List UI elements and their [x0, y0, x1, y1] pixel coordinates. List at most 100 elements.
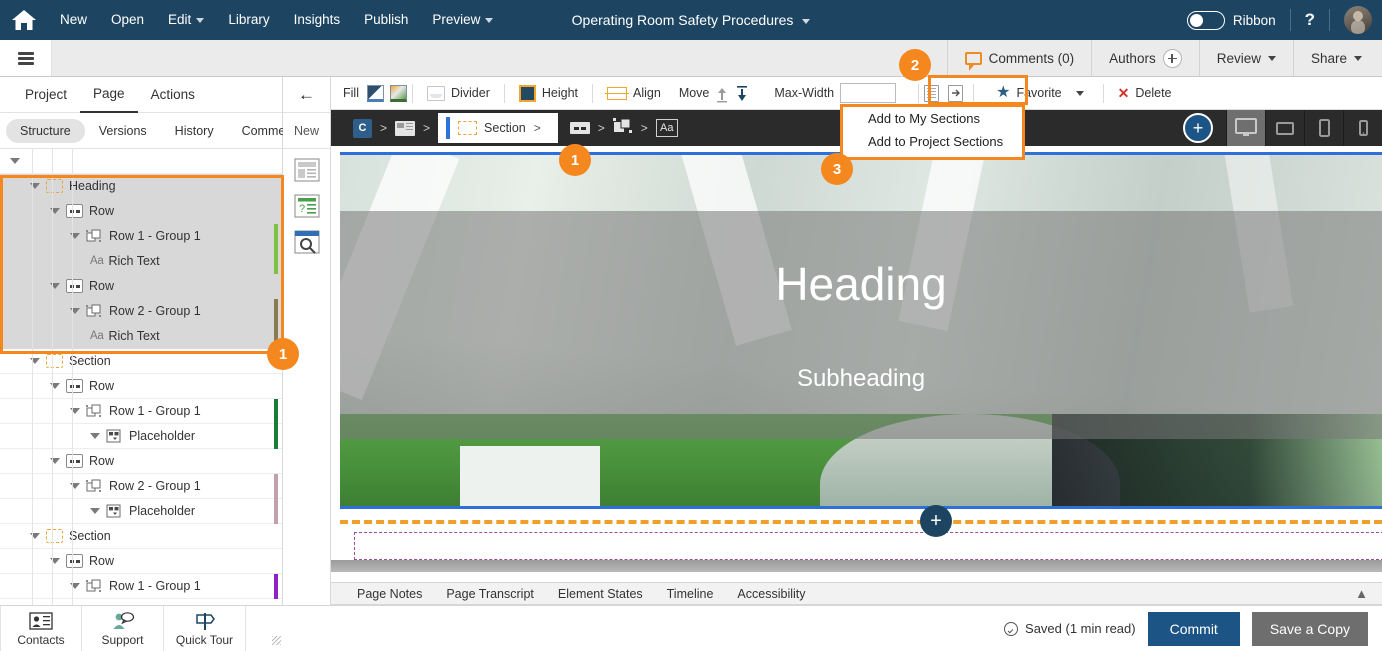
fill-image-swatch[interactable] — [389, 84, 407, 102]
help-icon[interactable]: ? — [1305, 10, 1315, 30]
favorite-button[interactable]: ★ Favorite — [987, 85, 1093, 101]
breadcrumb-course-icon[interactable]: C — [353, 118, 372, 138]
hero-heading[interactable]: Heading — [775, 257, 946, 311]
commit-button[interactable]: Commit — [1147, 611, 1240, 646]
tree-node[interactable]: Row 2 - Group 1 — [0, 474, 282, 499]
bottom-tab-page-notes[interactable]: Page Notes — [345, 587, 434, 601]
topnav-item-publish[interactable]: Publish — [352, 0, 420, 40]
topnav-item-library[interactable]: Library — [216, 0, 281, 40]
new-rail-label: New — [283, 113, 330, 149]
page-canvas[interactable]: Heading Subheading + — [331, 146, 1382, 582]
add-element-button[interactable]: + — [1183, 113, 1213, 143]
document-title-text[interactable]: Operating Room Safety Procedures — [572, 12, 794, 28]
layout-template-icon[interactable] — [293, 157, 321, 185]
support-button[interactable]: Support — [82, 605, 164, 651]
tree-node[interactable]: Placeholder — [0, 499, 282, 524]
ribbon-toggle[interactable] — [1186, 10, 1225, 30]
tree-node[interactable]: Section — [0, 349, 282, 374]
breadcrumb-page-icon[interactable] — [395, 120, 416, 136]
structure-tree[interactable]: Heading Row Row 1 - Group 1 Aa Rich Text Row R… — [0, 149, 282, 605]
breadcrumb-row-icon[interactable] — [569, 122, 590, 134]
bottom-tab-element-states[interactable]: Element States — [546, 587, 655, 601]
search-template-icon[interactable] — [293, 229, 321, 257]
hero-section[interactable]: Heading Subheading — [340, 152, 1382, 509]
tree-node[interactable]: Row 1 - Group 1 — [0, 574, 282, 599]
height-button[interactable]: Height — [510, 84, 587, 102]
tree-expand-caret-icon[interactable] — [90, 433, 100, 439]
divider-button[interactable]: Divider — [418, 85, 499, 101]
authors-button[interactable]: Authors — [1091, 40, 1199, 76]
fill-solid-swatch[interactable] — [366, 84, 384, 102]
device-tablet-button[interactable] — [1304, 110, 1343, 146]
tree-node[interactable]: Aa Rich Text — [0, 249, 282, 274]
tree-node[interactable]: Placeholder — [0, 424, 282, 449]
support-label: Support — [101, 632, 144, 647]
tree-node[interactable]: Row — [0, 549, 282, 574]
tree-node[interactable]: Row 2 - Group 1 — [0, 299, 282, 324]
topnav-item-edit[interactable]: Edit — [156, 0, 216, 40]
tree-node[interactable]: Row 1 - Group 1 — [0, 224, 282, 249]
bottom-tab-accessibility[interactable]: Accessibility — [725, 587, 817, 601]
max-width-input[interactable] — [840, 83, 897, 103]
tree-node[interactable]: Row — [0, 374, 282, 399]
tree-node-color-strip — [274, 299, 278, 324]
align-button[interactable]: Align — [598, 86, 670, 100]
menu-item-add-to-project-sections[interactable]: Add to Project Sections — [843, 130, 1022, 153]
document-title-chevron-down-icon[interactable] — [802, 18, 811, 24]
share-button[interactable]: Share — [1292, 40, 1382, 76]
comments-button[interactable]: Comments (0) — [946, 40, 1092, 76]
device-laptop-button[interactable] — [1265, 110, 1304, 146]
tree-expand-caret-icon[interactable] — [10, 158, 20, 164]
comment-bubble-icon — [964, 51, 982, 71]
tree-node[interactable]: Row 1 - Group 1 — [0, 399, 282, 424]
panel-tab-page[interactable]: Page — [80, 77, 138, 113]
panel-subtab-history[interactable]: History — [161, 119, 228, 143]
chevron-down-icon[interactable] — [1075, 90, 1084, 96]
tree-node[interactable] — [0, 149, 282, 174]
quick-tour-button[interactable]: Quick Tour — [164, 605, 246, 651]
chevron-up-icon[interactable]: ▲ — [1355, 586, 1368, 601]
home-icon[interactable] — [0, 8, 48, 32]
menu-item-add-to-my-sections[interactable]: Add to My Sections — [843, 107, 1022, 130]
move-up-icon[interactable] — [715, 85, 729, 102]
panel-tab-project[interactable]: Project — [12, 78, 80, 112]
topnav-item-open[interactable]: Open — [99, 0, 156, 40]
delete-button[interactable]: ✕ Delete — [1109, 85, 1181, 102]
hamburger-icon[interactable] — [0, 40, 52, 76]
breadcrumb-section-active[interactable]: Section > — [438, 113, 558, 143]
quiz-template-icon[interactable]: ? — [293, 193, 321, 221]
section-icon — [458, 121, 478, 135]
add-author-icon[interactable] — [1162, 48, 1182, 68]
tree-expand-caret-icon[interactable] — [90, 508, 100, 514]
bottom-tab-page-transcript[interactable]: Page Transcript — [434, 587, 546, 601]
breadcrumb-text-icon[interactable]: Aa — [655, 119, 678, 137]
device-desktop-button[interactable] — [1226, 110, 1265, 146]
topnav-item-preview[interactable]: Preview — [420, 0, 505, 40]
tree-node[interactable]: Row — [0, 274, 282, 299]
panel-tab-actions[interactable]: Actions — [138, 78, 208, 112]
save-a-copy-button[interactable]: Save a Copy — [1251, 611, 1368, 646]
move-down-icon[interactable] — [735, 85, 749, 102]
tree-node[interactable]: Aa Rich Text — [0, 324, 282, 349]
device-phone-button[interactable] — [1343, 110, 1382, 146]
tree-node[interactable]: Section — [0, 524, 282, 549]
add-section-button[interactable]: + — [920, 505, 952, 537]
back-arrow-icon[interactable]: ← — [283, 77, 330, 113]
hero-subheading[interactable]: Subheading — [797, 365, 925, 393]
panel-subtab-versions[interactable]: Versions — [85, 119, 161, 143]
paste-icon[interactable] — [948, 84, 964, 102]
breadcrumb-group-icon[interactable] — [612, 117, 633, 140]
review-button[interactable]: Review — [1198, 40, 1293, 76]
tree-node[interactable]: Row — [0, 449, 282, 474]
contacts-button[interactable]: Contacts — [0, 605, 82, 651]
copy-icon[interactable] — [924, 84, 940, 102]
topnav-item-insights[interactable]: Insights — [282, 0, 353, 40]
bottom-tab-timeline[interactable]: Timeline — [655, 587, 726, 601]
panel-resize-handle[interactable] — [272, 636, 281, 645]
tree-node[interactable]: Heading — [0, 174, 282, 199]
panel-subtab-structure[interactable]: Structure — [6, 118, 85, 143]
topnav-item-new[interactable]: New — [48, 0, 99, 40]
tree-node-label: Row 1 - Group 1 — [109, 579, 201, 593]
avatar[interactable] — [1344, 6, 1372, 34]
tree-node[interactable]: Row — [0, 199, 282, 224]
